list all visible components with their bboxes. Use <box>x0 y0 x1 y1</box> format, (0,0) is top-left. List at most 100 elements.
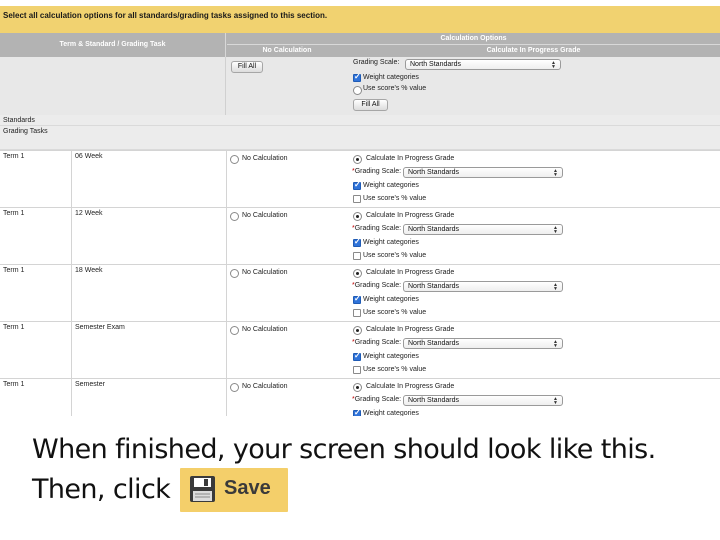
term-label: Term 1 <box>3 324 25 331</box>
weight-categories-label: Weight categories <box>363 182 419 189</box>
weight-categories-label: Weight categories <box>363 410 419 416</box>
weight-categories-checkbox[interactable] <box>353 351 361 361</box>
grading-scale-label: *Grading Scale: <box>352 282 401 289</box>
no-calculation-cell: No Calculation <box>227 265 347 322</box>
no-calculation-label: No Calculation <box>242 155 288 162</box>
use-scores-checkbox[interactable] <box>353 309 361 317</box>
no-calculation-cell: No Calculation <box>227 379 347 416</box>
select-arrows-icon: ▲ ▼ <box>553 396 558 406</box>
weight-categories-checkbox[interactable] <box>353 408 361 416</box>
caption-line-1: When finished, your screen should look l… <box>32 434 656 465</box>
calculate-grade-label: Calculate In Progress Grade <box>366 155 455 162</box>
no-calculation-header: No Calculation <box>262 47 312 54</box>
grading-scale-value: North Standards <box>410 61 461 68</box>
term-label: Term 1 <box>3 153 25 160</box>
no-calculation-radio[interactable] <box>230 326 239 335</box>
use-scores-checkbox[interactable] <box>353 252 361 260</box>
task-cell: 06 Week <box>72 151 227 208</box>
fill-all-nocalc-cell: Fill All <box>227 57 347 115</box>
select-arrows-icon: ▲ ▼ <box>553 168 558 178</box>
task-label: Semester <box>75 381 105 388</box>
use-scores-checkbox[interactable] <box>353 366 361 374</box>
no-calculation-radio[interactable] <box>230 383 239 392</box>
save-button-label: Save <box>224 477 271 499</box>
save-button[interactable]: Save <box>180 468 288 512</box>
grading-scale-label-text: Grading Scale: <box>354 282 402 289</box>
standards-section-header: Standards <box>0 115 720 126</box>
weight-categories-label: Weight categories <box>363 74 419 81</box>
calculate-grade-radio[interactable] <box>353 212 362 221</box>
calculate-grade-cell: Calculate In Progress Grade *Grading Sca… <box>347 265 720 322</box>
grading-scale-value: North Standards <box>408 226 459 233</box>
grading-task-row: Term 1 18 Week No Calculation Calculate … <box>0 264 720 322</box>
use-scores-label: Use score's % value <box>363 366 427 373</box>
grading-scale-label: *Grading Scale: <box>352 225 401 232</box>
weight-categories-checkbox[interactable] <box>353 237 361 247</box>
grading-scale-label-text: Grading Scale: <box>354 225 402 232</box>
term-label: Term 1 <box>3 381 25 388</box>
calculate-grade-cell: Calculate In Progress Grade *Grading Sca… <box>347 322 720 379</box>
term-cell: Term 1 <box>0 208 72 265</box>
calculation-options-header: Calculation Options <box>227 33 720 45</box>
table-header: Term & Standard / Grading Task Calculati… <box>0 33 720 57</box>
calculate-grade-header: Calculate In Progress Grade <box>486 47 581 54</box>
use-scores-label: Use score's % value <box>363 309 427 316</box>
grading-task-row: Term 1 06 Week No Calculation Calculate … <box>0 150 720 208</box>
calculate-grade-radio[interactable] <box>353 155 362 164</box>
grading-scale-select[interactable]: North Standards ▲ ▼ <box>403 224 563 235</box>
use-scores-checkbox[interactable] <box>353 86 362 95</box>
grading-scale-label: *Grading Scale: <box>352 396 401 403</box>
weight-categories-checkbox[interactable] <box>353 72 361 82</box>
no-calculation-cell: No Calculation <box>227 208 347 265</box>
calculate-grade-label: Calculate In Progress Grade <box>366 269 455 276</box>
caption-line-2: Then, click <box>32 474 171 505</box>
term-cell: Term 1 <box>0 322 72 379</box>
weight-categories-label: Weight categories <box>363 239 419 246</box>
calculate-grade-radio[interactable] <box>353 383 362 392</box>
grading-scale-value: North Standards <box>408 169 459 176</box>
grading-scale-select[interactable]: North Standards ▲ ▼ <box>405 59 561 70</box>
calculate-grade-label: Calculate In Progress Grade <box>366 212 455 219</box>
grading-scale-select[interactable]: North Standards ▲ ▼ <box>403 281 563 292</box>
task-cell: Semester <box>72 379 227 416</box>
task-cell: Semester Exam <box>72 322 227 379</box>
grading-task-row: Term 1 Semester Exam No Calculation Calc… <box>0 321 720 379</box>
term-cell: Term 1 <box>0 379 72 416</box>
calculate-grade-cell: Calculate In Progress Grade *Grading Sca… <box>347 379 720 416</box>
fill-all-calc-button[interactable]: Fill All <box>353 99 388 111</box>
grading-task-row: Term 1 12 Week No Calculation Calculate … <box>0 207 720 265</box>
grading-scale-value: North Standards <box>408 340 459 347</box>
calculate-grade-radio[interactable] <box>353 269 362 278</box>
grading-scale-label-text: Grading Scale: <box>354 396 402 403</box>
grading-task-row: Term 1 Semester No Calculation Calculate… <box>0 378 720 416</box>
floppy-disk-icon <box>190 476 215 502</box>
no-calculation-radio[interactable] <box>230 155 239 164</box>
calculate-grade-radio[interactable] <box>353 326 362 335</box>
no-calculation-radio[interactable] <box>230 269 239 278</box>
fill-all-nocalc-button[interactable]: Fill All <box>231 61 263 73</box>
weight-categories-checkbox[interactable] <box>353 180 361 190</box>
grading-scale-label: Grading Scale: <box>353 59 400 66</box>
no-calculation-radio[interactable] <box>230 212 239 221</box>
grading-scale-select[interactable]: North Standards ▲ ▼ <box>403 167 563 178</box>
weight-categories-checkbox[interactable] <box>353 294 361 304</box>
use-scores-label: Use score's % value <box>363 195 427 202</box>
grading-scale-select[interactable]: North Standards ▲ ▼ <box>403 338 563 349</box>
fill-all-row: Fill All Grading Scale: North Standards … <box>0 57 720 115</box>
weight-categories-label: Weight categories <box>363 296 419 303</box>
weight-categories-label: Weight categories <box>363 353 419 360</box>
no-calculation-label: No Calculation <box>242 326 288 333</box>
calculate-grade-label: Calculate In Progress Grade <box>366 383 455 390</box>
term-label: Term 1 <box>3 267 25 274</box>
use-scores-checkbox[interactable] <box>353 195 361 203</box>
instruction-banner: Select all calculation options for all s… <box>0 6 720 33</box>
no-calculation-label: No Calculation <box>242 269 288 276</box>
task-label: 18 Week <box>75 267 103 274</box>
grading-scale-select[interactable]: North Standards ▲ ▼ <box>403 395 563 406</box>
grading-scale-label: *Grading Scale: <box>352 339 401 346</box>
task-label: 06 Week <box>75 153 103 160</box>
no-calculation-label: No Calculation <box>242 212 288 219</box>
term-standard-header: Term & Standard / Grading Task <box>0 33 226 57</box>
calculation-options-screen: Select all calculation options for all s… <box>0 0 720 416</box>
select-arrows-icon: ▲ ▼ <box>553 282 558 292</box>
